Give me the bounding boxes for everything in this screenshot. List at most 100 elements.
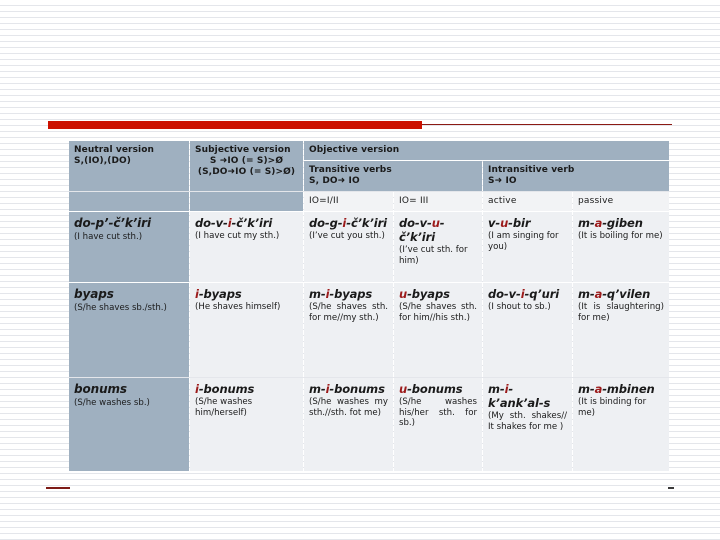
- table-row: bonums (S/he washes sb.) i-bonums (S/he was…: [69, 377, 669, 471]
- header-transitive-formula: S, DO➜ IO: [309, 175, 360, 186]
- header-intransitive-title: Intransitive verb: [488, 164, 575, 175]
- form-segment: m-: [578, 215, 595, 230]
- cell-passive: m-a-giben (It is boiling for me): [573, 211, 669, 282]
- header-transitive-title: Transitive verbs: [309, 164, 392, 175]
- cell-io-1-2: m-i-bonums (S/he washes my sth.//sth. fot…: [304, 377, 393, 471]
- form-segment: -q’vilen: [602, 286, 651, 301]
- verb-form: do-v-i-č’k’iri: [195, 216, 298, 230]
- subheader-neutral-spacer: [69, 191, 189, 211]
- cell-active: m-i-k’ank’al-s (My sth. shakes// It shake…: [483, 377, 572, 471]
- form-segment: -bir: [508, 215, 531, 230]
- verb-gloss: (It is slaughtering) for me): [578, 301, 664, 323]
- cell-neutral: bonums (S/he washes sb.): [69, 377, 189, 471]
- form-segment: m-: [309, 381, 326, 396]
- verb-gloss: (S/he shaves sth. for me//my sth.): [309, 301, 388, 323]
- table-row: do-p’-č’k’iri (I have cut sth.) do-v-i-č’k…: [69, 211, 669, 282]
- table-header-group-row: Neutral version S,(IO),(DO) Subjective v…: [69, 141, 669, 191]
- verb-gloss: (I’ve cut you sth.): [309, 230, 385, 241]
- verb-gloss: (I am singing for you): [488, 230, 559, 252]
- cell-io-3: u-byaps (S/he shaves sth. for him//his st…: [394, 282, 482, 377]
- form-segment: do-g-: [309, 215, 343, 230]
- form-segment: -bonums: [407, 381, 463, 396]
- verb-gloss: (I have cut sth.): [74, 231, 143, 242]
- verb-form: do-p’-č’k’iri: [74, 216, 184, 231]
- verb-gloss: (S/he shaves sth. for him//his sth.): [399, 301, 477, 323]
- form-segment: do-v-: [488, 286, 521, 301]
- subheader-subjective-spacer: [190, 191, 303, 211]
- cell-neutral: byaps (S/he shaves sb./sth.): [69, 282, 189, 377]
- verb-form: byaps: [74, 287, 184, 302]
- form-segment: -byaps: [329, 286, 373, 301]
- table-row: byaps (S/he shaves sb./sth.) i-byaps (He sh…: [69, 282, 669, 377]
- form-segment: do-v-: [399, 215, 432, 230]
- verb-form: do-v-i-q’uri: [488, 287, 567, 301]
- version-marker: u: [431, 215, 440, 230]
- subheader-io-3: IO= III: [394, 191, 482, 211]
- accent-bar: [48, 121, 422, 129]
- verb-gloss: (It is binding for me): [578, 396, 647, 418]
- form-segment: do-p’-č’k’iri: [74, 215, 151, 230]
- header-neutral-title: Neutral version: [74, 145, 155, 155]
- cell-passive: m-a-mbinen (It is binding for me): [573, 377, 669, 471]
- form-segment: v-: [488, 215, 501, 230]
- verb-gloss: (I shout to sb.): [488, 301, 551, 312]
- verb-form: m-i-k’ank’al-s: [488, 382, 567, 410]
- accent-thin-line: [422, 124, 672, 125]
- cell-active: v-u-bir (I am singing for you): [483, 211, 572, 282]
- verb-form: i-bonums: [195, 382, 298, 396]
- header-transitive-verbs: Transitive verbs S, DO➜ IO: [304, 160, 482, 191]
- header-subjective-formula-2: (S,DO➜IO (= S)>Ø): [197, 166, 296, 177]
- bottom-rule-left: [46, 487, 70, 489]
- cell-subjective: i-byaps (He shaves himself): [190, 282, 303, 377]
- verb-form: do-v-u-č’k’iri: [399, 216, 477, 244]
- form-segment: byaps: [74, 286, 114, 301]
- form-segment: -byaps: [198, 286, 242, 301]
- verb-gloss: (S/he washes him/herself): [195, 396, 253, 418]
- verb-gloss: (I’ve cut sth. for him): [399, 244, 468, 266]
- form-segment: -bonums: [329, 381, 385, 396]
- verb-gloss: (My sth. shakes// It shakes for me ): [488, 410, 567, 432]
- verb-gloss: (S/he washes sb.): [74, 397, 150, 408]
- cell-subjective: i-bonums (S/he washes him/herself): [190, 377, 303, 471]
- verb-form: m-i-bonums: [309, 382, 388, 396]
- cell-active: do-v-i-q’uri (I shout to sb.): [483, 282, 572, 377]
- verb-form: do-g-i-č’k’iri: [309, 216, 388, 230]
- header-objective-title: Objective version: [309, 145, 400, 155]
- verb-form: u-bonums: [399, 382, 477, 396]
- cell-io-3: u-bonums (S/he washes his/her sth. for sb…: [394, 377, 482, 471]
- title-accent-rule: [48, 121, 672, 131]
- verb-gloss: (He shaves himself): [195, 301, 281, 312]
- header-neutral-version: Neutral version S,(IO),(DO): [69, 141, 189, 191]
- header-intransitive-verb: Intransitive verb S➜ IO: [483, 160, 669, 191]
- form-segment: -bonums: [198, 381, 255, 396]
- subheader-io-1-2: IO=I/II: [304, 191, 393, 211]
- version-marker: u: [399, 381, 408, 396]
- verb-form: i-byaps: [195, 287, 298, 301]
- form-segment: m-: [488, 381, 505, 396]
- verb-form: v-u-bir: [488, 216, 567, 230]
- verb-gloss: (I have cut my sth.): [195, 230, 280, 241]
- verb-gloss: (It is boiling for me): [578, 230, 663, 241]
- bottom-rule-right: [668, 487, 674, 489]
- verb-gloss: (S/he washes my sth.//sth. fot me): [309, 396, 388, 418]
- header-neutral-formula: S,(IO),(DO): [74, 155, 131, 166]
- form-segment: -mbinen: [602, 381, 655, 396]
- form-segment: m-: [309, 286, 326, 301]
- version-marker: u: [399, 286, 408, 301]
- version-paradigm-table: Neutral version S,(IO),(DO) Subjective v…: [68, 140, 670, 472]
- header-subjective-title: Subjective version: [195, 145, 291, 155]
- verb-gloss: (S/he washes his/her sth. for sb.): [399, 396, 477, 429]
- form-segment: -q’uri: [524, 286, 560, 301]
- verb-form: bonums: [74, 382, 184, 397]
- subheader-active: active: [483, 191, 572, 211]
- header-subjective-formula-1: S ➜IO (= S)>Ø: [209, 155, 284, 166]
- form-segment: -byaps: [407, 286, 450, 301]
- form-segment: m-: [578, 286, 595, 301]
- form-segment: do-v-: [195, 215, 228, 230]
- verb-form: m-a-q’vilen: [578, 287, 664, 301]
- cell-subjective: do-v-i-č’k’iri (I have cut my sth.): [190, 211, 303, 282]
- verb-form: m-i-byaps: [309, 287, 388, 301]
- cell-neutral: do-p’-č’k’iri (I have cut sth.): [69, 211, 189, 282]
- cell-io-1-2: do-g-i-č’k’iri (I’ve cut you sth.): [304, 211, 393, 282]
- verb-form: m-a-mbinen: [578, 382, 664, 396]
